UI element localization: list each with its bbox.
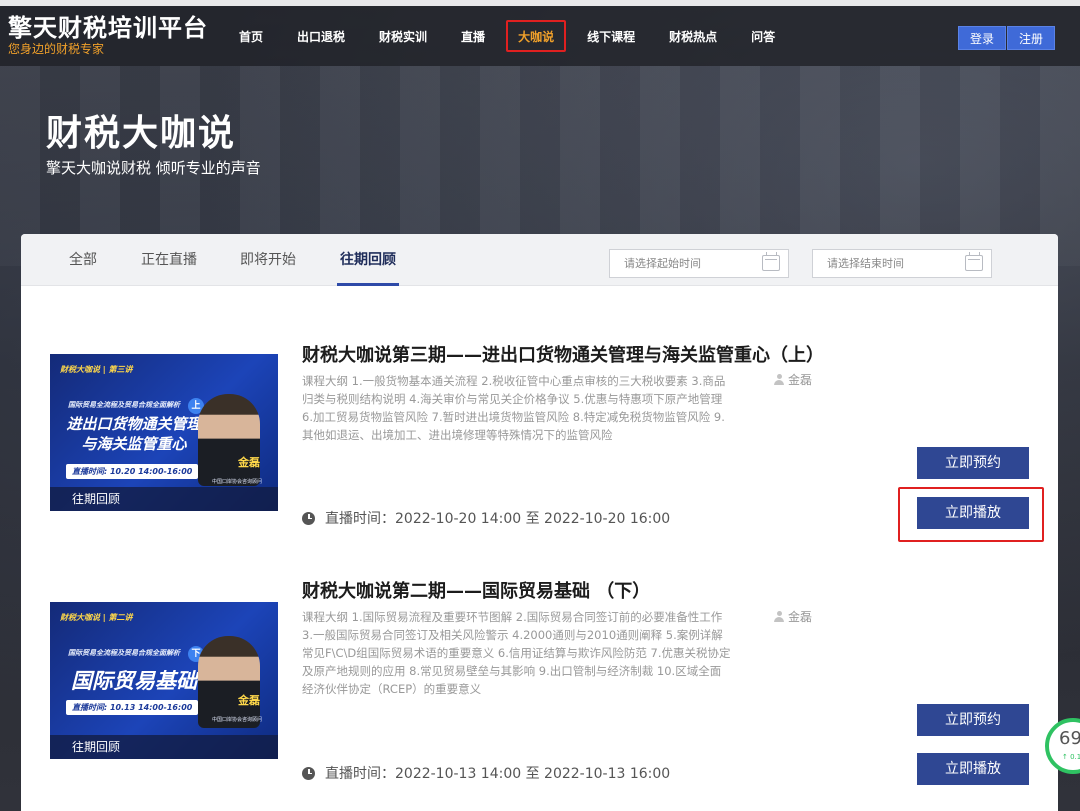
calendar-icon[interactable] [762,252,780,271]
tab-upcoming[interactable]: 即将开始 [240,234,296,286]
thumbnail-speaker-org: 中国口岸协会咨询顾问 [212,717,263,723]
nav-item-export-refund[interactable]: 出口退税 [280,20,362,52]
filter-tab-bar: 全部 正在直播 即将开始 往期回顾 请选择起始时间 请选择结束时间 [21,234,1058,286]
live-time-text: 直播时间：2022-10-20 14:00 至 2022-10-20 16:00 [325,511,671,527]
reserve-button[interactable]: 立即预约 [917,447,1029,479]
clock-icon [302,766,315,780]
speaker-photo [198,636,260,728]
page-subtitle: 擎天大咖说财税 倾听专业的声音 [46,159,261,177]
course-teacher: 金磊 [774,371,812,388]
thumbnail-title: 进出口货物通关管理与海关监管重心 [66,415,202,453]
thumbnail-subtitle: 国际贸易全流程及贸易合规全面解析 [68,401,180,409]
thumbnail-subtitle: 国际贸易全流程及贸易合规全面解析 [68,649,180,657]
page-title: 财税大咖说 [46,113,237,154]
nav-item-offline-courses[interactable]: 线下课程 [570,20,652,52]
replay-badge: 往期回顾 [50,487,278,511]
thumbnail-series-tag: 财税大咖说 | 第三讲 [60,365,133,374]
course-card: 财税大咖说 | 第二讲 国际贸易全流程及贸易合规全面解析 下 国际贸易基础 直播… [21,541,1058,785]
course-thumbnail[interactable]: 财税大咖说 | 第二讲 国际贸易全流程及贸易合规全面解析 下 国际贸易基础 直播… [50,602,278,759]
thumbnail-speaker-org: 中国口岸协会咨询顾问 [212,479,263,485]
user-icon [774,374,784,385]
nav-item-home[interactable]: 首页 [222,20,280,52]
start-date-placeholder: 请选择起始时间 [624,257,701,270]
user-icon [774,611,784,622]
course-card: 财税大咖说 | 第三讲 国际贸易全流程及贸易合规全面解析 上 进出口货物通关管理… [21,286,1058,542]
nav-item-tax-hotspots[interactable]: 财税热点 [652,20,734,52]
nav-item-qa[interactable]: 问答 [734,20,792,52]
widget-subvalue: ↑ 0.1 [1062,753,1080,761]
nav-item-tax-training[interactable]: 财税实训 [362,20,444,52]
clock-icon [302,511,315,525]
course-title[interactable]: 财税大咖说第二期——国际贸易基础 （下） [302,577,650,603]
teacher-name: 金磊 [788,373,813,387]
login-button[interactable]: 登录 [958,26,1007,50]
course-teacher: 金磊 [774,608,812,625]
end-date-input[interactable]: 请选择结束时间 [812,249,992,278]
course-live-time: 直播时间：2022-10-13 14:00 至 2022-10-13 16:00 [302,763,670,783]
course-description: 课程大纲 1.国际贸易流程及重要环节图解 2.国际贸易合同签订前的必要准备性工作… [302,610,731,696]
course-title[interactable]: 财税大咖说第三期——进出口货物通关管理与海关监管重心（上） [302,341,824,367]
thumbnail-speaker-name: 金磊 [238,694,260,707]
main-menu: 首页 出口退税 财税实训 直播 大咖说 线下课程 财税热点 问答 [222,6,792,66]
thumbnail-time: 直播时间: 10.20 14:00-16:00 [66,464,199,479]
live-time-text: 直播时间：2022-10-13 14:00 至 2022-10-13 16:00 [325,766,671,782]
nav-item-live[interactable]: 直播 [444,20,502,52]
tab-live-now[interactable]: 正在直播 [141,234,197,286]
auth-buttons: 登录 注册 [958,26,1056,50]
course-live-time: 直播时间：2022-10-20 14:00 至 2022-10-20 16:00 [302,508,670,528]
brand-logo[interactable]: 擎天财税培训平台 您身边的财税专家 [8,14,208,56]
reserve-button[interactable]: 立即预约 [917,704,1029,736]
register-button[interactable]: 注册 [1007,26,1056,50]
course-thumbnail[interactable]: 财税大咖说 | 第三讲 国际贸易全流程及贸易合规全面解析 上 进出口货物通关管理… [50,354,278,511]
brand-name: 擎天财税培训平台 [8,14,208,42]
content-panel: 全部 正在直播 即将开始 往期回顾 请选择起始时间 请选择结束时间 财税大咖说 … [21,234,1058,811]
play-button[interactable]: 立即播放 [917,497,1029,529]
thumbnail-title: 国际贸易基础 [71,669,197,693]
play-button[interactable]: 立即播放 [917,753,1029,785]
replay-badge: 往期回顾 [50,735,278,759]
top-navigation: 擎天财税培训平台 您身边的财税专家 首页 出口退税 财税实训 直播 大咖说 线下… [0,6,1080,66]
brand-slogan: 您身边的财税专家 [8,42,105,56]
end-date-placeholder: 请选择结束时间 [827,257,904,270]
thumbnail-speaker-name: 金磊 [238,456,260,469]
tab-all[interactable]: 全部 [69,234,97,286]
course-description: 课程大纲 1.一般货物基本通关流程 2.税收征管中心重点审核的三大税收要素 3.… [302,374,726,442]
start-date-input[interactable]: 请选择起始时间 [609,249,789,278]
widget-value: 69 [1059,728,1080,749]
thumbnail-time: 直播时间: 10.13 14:00-16:00 [66,700,199,715]
calendar-icon[interactable] [965,252,983,271]
thumbnail-series-tag: 财税大咖说 | 第二讲 [60,613,133,622]
nav-item-expert-talk[interactable]: 大咖说 [506,20,567,52]
speaker-photo [198,394,260,486]
tab-past-replays[interactable]: 往期回顾 [337,234,399,286]
teacher-name: 金磊 [788,610,813,624]
